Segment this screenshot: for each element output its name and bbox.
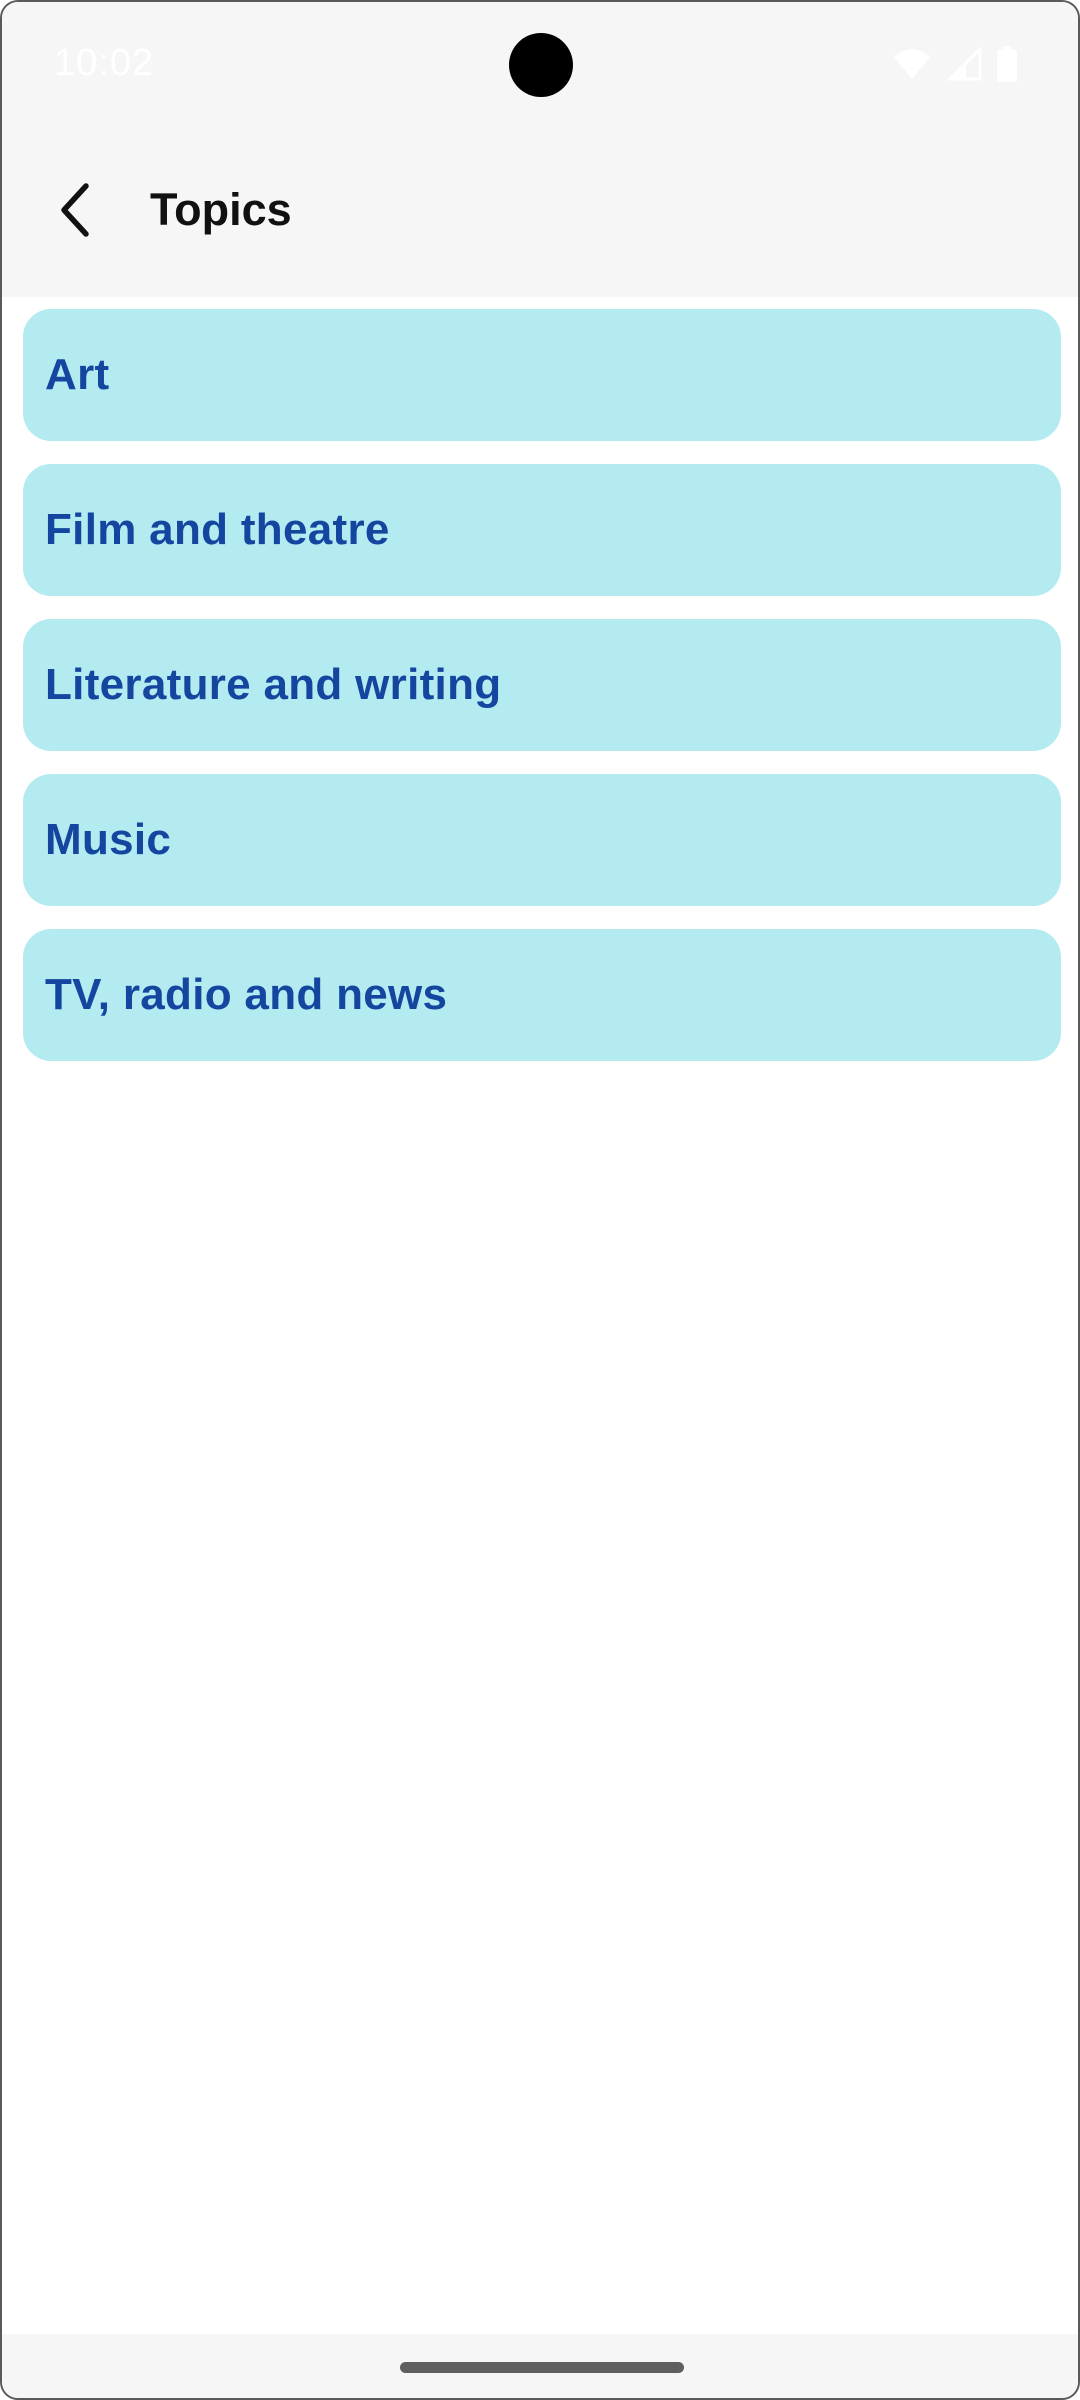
status-time: 10:02 [54, 42, 155, 84]
topic-item-art[interactable]: Art [23, 309, 1061, 441]
chevron-left-icon [56, 182, 96, 243]
signal-icon [946, 44, 982, 86]
status-icons [892, 44, 1018, 87]
topic-item-literature-and-writing[interactable]: Literature and writing [23, 619, 1061, 751]
topic-item-music[interactable]: Music [23, 774, 1061, 906]
topic-label: Art [45, 350, 110, 399]
topic-label: Music [45, 815, 172, 864]
topic-label: TV, radio and news [45, 970, 448, 1019]
app-bar: Topics [2, 132, 1078, 297]
battery-icon [996, 45, 1018, 87]
status-bar: 10:02 [2, 2, 1078, 132]
topic-item-tv-radio-and-news[interactable]: TV, radio and news [23, 929, 1061, 1061]
topic-item-film-and-theatre[interactable]: Film and theatre [23, 464, 1061, 596]
topic-label: Film and theatre [45, 505, 390, 554]
topic-label: Literature and writing [45, 660, 502, 709]
page-title: Topics [150, 184, 292, 235]
front-camera [509, 33, 573, 97]
wifi-icon [892, 47, 932, 86]
phone-screen: 10:02 Topics Art Film and theatre Litera… [0, 0, 1080, 2400]
home-gesture-handle[interactable] [400, 2362, 684, 2373]
topic-list: Art Film and theatre Literature and writ… [23, 309, 1061, 1084]
back-button[interactable] [40, 176, 112, 248]
navigation-bar [2, 2334, 1078, 2398]
